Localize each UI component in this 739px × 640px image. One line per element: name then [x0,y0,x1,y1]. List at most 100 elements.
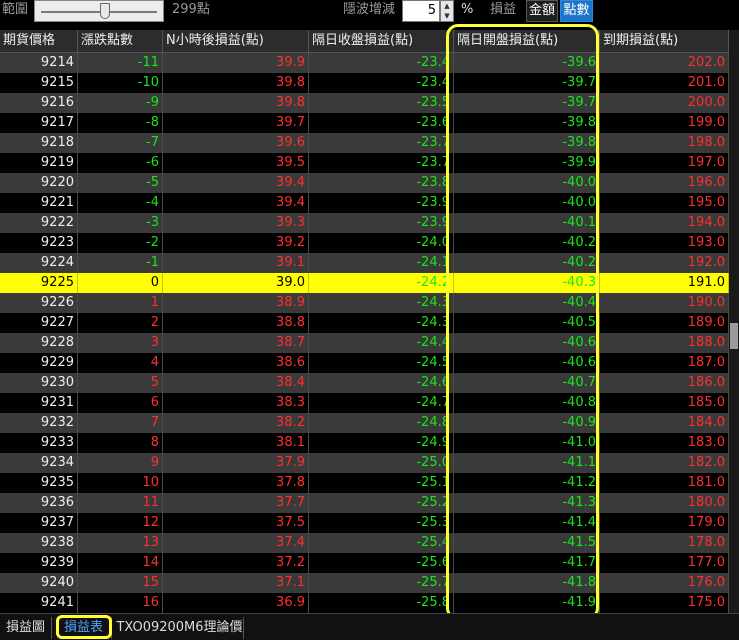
cell-change-points: 6 [78,393,163,413]
table-row[interactable]: 9230 5 38.4 -24.6 -40.7 186.0 [0,373,729,393]
cell-change-points: -8 [78,113,163,133]
cell-futures-price: 9221 [0,193,78,213]
scrollbar-thumb[interactable] [730,323,738,349]
cell-expiry-pnl: 180.0 [600,493,729,513]
cell-expiry-pnl: 178.0 [600,533,729,553]
table-row[interactable]: 9224 -1 39.1 -24.1 -40.2 192.0 [0,253,729,273]
cell-next-open-pnl: -40.6 [454,333,600,353]
cell-change-points: -3 [78,213,163,233]
range-value: 299點 [172,2,210,17]
table-row[interactable]: 9235 10 37.8 -25.1 -41.2 181.0 [0,473,729,493]
cell-next-open-pnl: -40.1 [454,213,600,233]
table-row[interactable]: 9228 3 38.7 -24.4 -40.6 188.0 [0,333,729,353]
table-row[interactable]: 9236 11 37.7 -25.2 -41.3 180.0 [0,493,729,513]
header-next-open-pnl[interactable]: 隔日開盤損益(點) [454,30,600,52]
cell-expiry-pnl: 195.0 [600,193,729,213]
cell-n-hour-pnl: 39.8 [163,93,309,113]
spin-up-icon[interactable]: ▲ [441,1,453,11]
cell-n-hour-pnl: 38.7 [163,333,309,353]
cell-next-open-pnl: -40.5 [454,313,600,333]
table-row[interactable]: 9240 15 37.1 -25.7 -41.8 176.0 [0,573,729,593]
cell-n-hour-pnl: 38.8 [163,313,309,333]
vol-label: 隱波增減 [343,2,396,17]
cell-change-points: 8 [78,433,163,453]
table-row[interactable]: 9219 -6 39.5 -23.7 -39.9 197.0 [0,153,729,173]
tab-theoretical-price[interactable]: TXO09200M6理論價 [116,617,244,639]
header-next-close-pnl[interactable]: 隔日收盤損益(點) [309,30,454,52]
table-row[interactable]: 9238 13 37.4 -25.4 -41.5 178.0 [0,533,729,553]
header-change-points[interactable]: 漲跌點數 [78,30,163,52]
cell-change-points: 3 [78,333,163,353]
cell-expiry-pnl: 190.0 [600,293,729,313]
cell-next-close-pnl: -23.9 [309,213,454,233]
cell-expiry-pnl: 191.0 [600,273,729,293]
cell-n-hour-pnl: 37.1 [163,573,309,593]
spin-down-icon[interactable]: ▼ [441,11,453,21]
cell-next-close-pnl: -25.7 [309,573,454,593]
cell-change-points: 14 [78,553,163,573]
table-row[interactable]: 9225 0 39.0 -24.2 -40.3 191.0 [0,273,729,293]
table-row[interactable]: 9214 -11 39.9 -23.4 -39.6 202.0 [0,53,729,73]
tab-pnl-chart[interactable]: 損益圖 [0,617,52,639]
cell-change-points: 9 [78,453,163,473]
table-row[interactable]: 9217 -8 39.7 -23.6 -39.8 199.0 [0,113,729,133]
cell-next-close-pnl: -24.8 [309,413,454,433]
table-row[interactable]: 9218 -7 39.6 -23.7 -39.8 198.0 [0,133,729,153]
header-n-hour-pnl[interactable]: N小時後損益(點) [163,30,309,52]
tab-pnl-table[interactable]: 損益表 [56,617,112,639]
cell-n-hour-pnl: 39.4 [163,173,309,193]
cell-next-open-pnl: -41.8 [454,573,600,593]
cell-change-points: 12 [78,513,163,533]
cell-next-open-pnl: -41.2 [454,473,600,493]
table-row[interactable]: 9221 -4 39.4 -23.9 -40.0 195.0 [0,193,729,213]
header-expiry-pnl[interactable]: 到期損益(點) [600,30,729,52]
table-row[interactable]: 9233 8 38.1 -24.9 -41.0 183.0 [0,433,729,453]
cell-futures-price: 9235 [0,473,78,493]
vol-spinner[interactable]: ▲ ▼ [440,0,454,22]
table-row[interactable]: 9229 4 38.6 -24.5 -40.6 187.0 [0,353,729,373]
cell-expiry-pnl: 185.0 [600,393,729,413]
cell-next-close-pnl: -25.1 [309,473,454,493]
header-futures-price[interactable]: 期貨價格 [0,30,78,52]
cell-expiry-pnl: 186.0 [600,373,729,393]
cell-n-hour-pnl: 38.4 [163,373,309,393]
cell-futures-price: 9236 [0,493,78,513]
table-row[interactable]: 9222 -3 39.3 -23.9 -40.1 194.0 [0,213,729,233]
table-row[interactable]: 9226 1 38.9 -24.3 -40.4 190.0 [0,293,729,313]
cell-futures-price: 9218 [0,133,78,153]
table-row[interactable]: 9220 -5 39.4 -23.8 -40.0 196.0 [0,173,729,193]
table-row[interactable]: 9232 7 38.2 -24.8 -40.9 184.0 [0,413,729,433]
table-row[interactable]: 9237 12 37.5 -25.3 -41.4 179.0 [0,513,729,533]
points-button[interactable]: 點數 [560,0,593,22]
cell-next-open-pnl: -41.3 [454,493,600,513]
cell-n-hour-pnl: 38.2 [163,413,309,433]
table-row[interactable]: 9223 -2 39.2 -24.0 -40.2 193.0 [0,233,729,253]
table-row[interactable]: 9215 -10 39.8 -23.4 -39.7 201.0 [0,73,729,93]
table-row[interactable]: 9239 14 37.2 -25.6 -41.7 177.0 [0,553,729,573]
range-slider-thumb[interactable] [100,3,111,19]
cell-n-hour-pnl: 37.9 [163,453,309,473]
cell-futures-price: 9241 [0,593,78,613]
cell-next-open-pnl: -40.0 [454,193,600,213]
cell-change-points: 1 [78,293,163,313]
cell-n-hour-pnl: 38.9 [163,293,309,313]
cell-n-hour-pnl: 37.8 [163,473,309,493]
cell-n-hour-pnl: 39.4 [163,193,309,213]
vol-change-input[interactable]: 5 [402,0,440,22]
amount-button[interactable]: 金額 [526,0,558,22]
cell-change-points: 0 [78,273,163,293]
table-row[interactable]: 9227 2 38.8 -24.3 -40.5 189.0 [0,313,729,333]
table-row[interactable]: 9216 -9 39.8 -23.5 -39.7 200.0 [0,93,729,113]
cell-next-close-pnl: -24.5 [309,353,454,373]
table-row[interactable]: 9241 16 36.9 -25.8 -41.9 175.0 [0,593,729,613]
range-slider[interactable] [34,0,164,22]
table-row[interactable]: 9234 9 37.9 -25.0 -41.1 182.0 [0,453,729,473]
vertical-scrollbar[interactable] [729,30,739,613]
cell-next-open-pnl: -40.7 [454,373,600,393]
cell-next-open-pnl: -41.1 [454,453,600,473]
table-row[interactable]: 9231 6 38.3 -24.7 -40.8 185.0 [0,393,729,413]
cell-next-close-pnl: -23.4 [309,73,454,93]
cell-futures-price: 9220 [0,173,78,193]
cell-futures-price: 9215 [0,73,78,93]
cell-n-hour-pnl: 39.8 [163,73,309,93]
